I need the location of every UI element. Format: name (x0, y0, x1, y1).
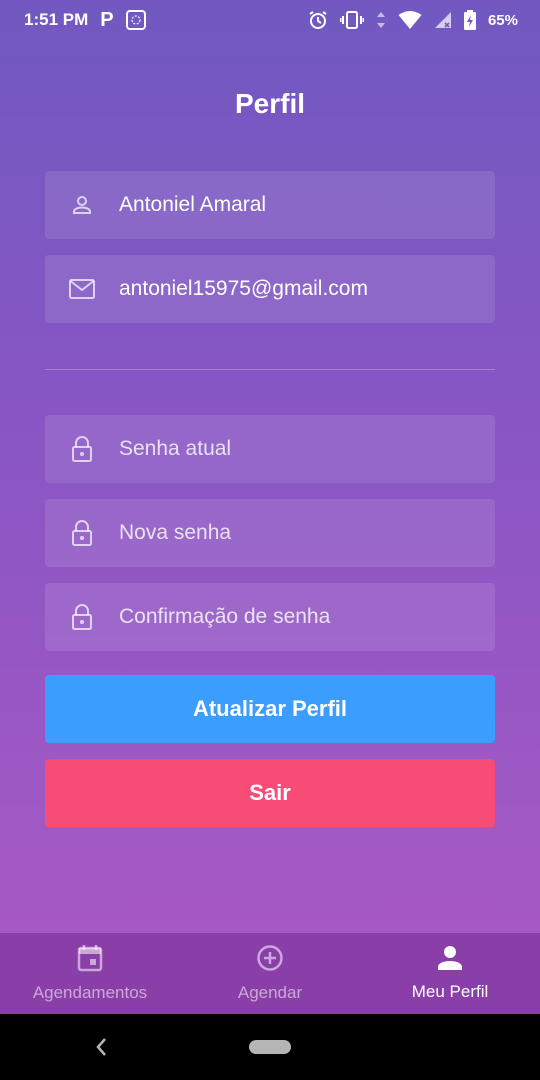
status-bar: 1:51 PM P 65% (0, 0, 540, 40)
tab-label-agendar: Agendar (237, 983, 303, 1002)
email-field[interactable]: antoniel15975@gmail.com (45, 255, 495, 323)
current-password-field[interactable]: Senha atual (45, 415, 495, 483)
parking-app-icon: P (100, 8, 114, 31)
update-profile-button[interactable]: Atualizar Perfil (45, 675, 495, 743)
notification-app-icon (125, 10, 146, 30)
system-nav-bar (0, 1014, 540, 1080)
home-pill-button[interactable] (249, 1040, 291, 1054)
signal-icon (434, 11, 452, 29)
status-right: 65% (308, 10, 518, 30)
screen: 1:51 PM P 65% Perfil Antoniel Amaral ant… (0, 0, 540, 1014)
tab-agendamentos[interactable]: Agendamentos (0, 933, 180, 1014)
calendar-icon (77, 944, 103, 977)
lock-icon (69, 604, 95, 630)
confirm-password-placeholder: Confirmação de senha (119, 605, 331, 628)
back-chevron-icon[interactable] (94, 1036, 108, 1063)
status-time: 1:51 PM (24, 10, 89, 29)
confirm-password-field[interactable]: Confirmação de senha (45, 583, 495, 651)
alarm-icon (308, 10, 328, 30)
tab-agendar[interactable]: Agendar (180, 933, 360, 1014)
tab-meu-perfil[interactable]: Meu Perfil (360, 933, 540, 1014)
mail-icon (69, 276, 95, 302)
person-outline-icon (69, 192, 95, 218)
new-password-field[interactable]: Nova senha (45, 499, 495, 567)
name-value: Antoniel Amaral (119, 193, 267, 216)
email-value: antoniel15975@gmail.com (119, 277, 368, 300)
new-password-placeholder: Nova senha (119, 521, 232, 544)
battery-percent: 65% (487, 11, 518, 29)
status-left: 1:51 PM P (24, 9, 146, 32)
page-title: Perfil (234, 88, 306, 119)
logout-button[interactable]: Sair (45, 759, 495, 827)
tab-label-agendamentos: Agendamentos (32, 983, 148, 1002)
tab-label-meu-perfil: Meu Perfil (411, 982, 489, 1001)
vibrate-icon (339, 10, 364, 30)
lock-icon (69, 436, 95, 462)
battery-icon (463, 10, 476, 30)
current-password-placeholder: Senha atual (119, 437, 232, 460)
add-circle-icon (256, 944, 284, 977)
data-arrows-icon (376, 11, 386, 29)
wifi-icon (398, 10, 422, 30)
lock-icon (69, 520, 95, 546)
person-icon (438, 945, 462, 976)
bottom-tab-bar: Agendamentos Agendar Meu Perfil (0, 933, 540, 1014)
section-divider (45, 369, 495, 370)
name-field[interactable]: Antoniel Amaral (45, 171, 495, 239)
